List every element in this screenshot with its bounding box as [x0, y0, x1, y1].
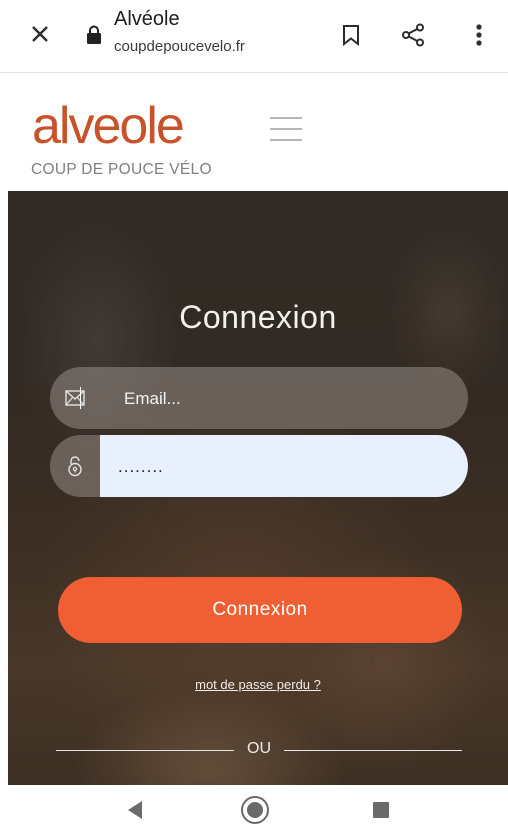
- bookmark-button[interactable]: [336, 20, 366, 50]
- lock-icon: [86, 25, 102, 45]
- password-field[interactable]: [50, 435, 468, 497]
- login-button[interactable]: Connexion: [58, 577, 462, 643]
- share-icon: [402, 23, 424, 47]
- lost-password-link[interactable]: mot de passe perdu ?: [8, 677, 508, 692]
- recents-button[interactable]: [366, 795, 396, 825]
- close-icon: [32, 26, 48, 42]
- email-input[interactable]: [122, 367, 456, 429]
- back-button[interactable]: [120, 795, 150, 825]
- url-host[interactable]: coupdepoucevelo.fr: [114, 38, 245, 55]
- padlock-icon: [50, 435, 100, 497]
- close-tab-button[interactable]: [26, 20, 54, 48]
- menu-button[interactable]: [270, 115, 302, 143]
- more-vert-icon: [476, 24, 482, 46]
- page-title[interactable]: Alvéole: [114, 8, 180, 31]
- more-options-button[interactable]: [464, 20, 494, 50]
- divider-line-left: [56, 750, 234, 751]
- login-title: Connexion: [179, 299, 337, 335]
- home-circle-icon: [241, 796, 269, 824]
- bookmark-icon: [343, 25, 359, 46]
- system-navigation-bar: [0, 785, 508, 834]
- login-hero: Connexion Connexion mot de passe perdu ?: [8, 191, 508, 785]
- email-field[interactable]: [50, 367, 468, 429]
- envelope-icon: [50, 367, 100, 429]
- svg-text:alveole: alveole: [32, 97, 183, 151]
- text-cursor: [80, 387, 81, 409]
- menu-icon: [270, 117, 302, 119]
- browser-toolbar: Alvéole coupdepoucevelo.fr: [0, 0, 508, 73]
- share-button[interactable]: [398, 20, 428, 50]
- site-header: alveole COUP DE POUCE VÉLO: [0, 73, 508, 191]
- home-button[interactable]: [240, 795, 270, 825]
- alveole-logo[interactable]: alveole: [32, 95, 232, 155]
- or-divider: OU: [56, 739, 462, 761]
- site-tagline: COUP DE POUCE VÉLO: [31, 161, 212, 178]
- password-input[interactable]: [116, 435, 450, 497]
- divider-label: OU: [247, 740, 271, 757]
- back-triangle-icon: [128, 801, 142, 819]
- recents-square-icon: [373, 802, 389, 818]
- divider-line-right: [284, 750, 462, 751]
